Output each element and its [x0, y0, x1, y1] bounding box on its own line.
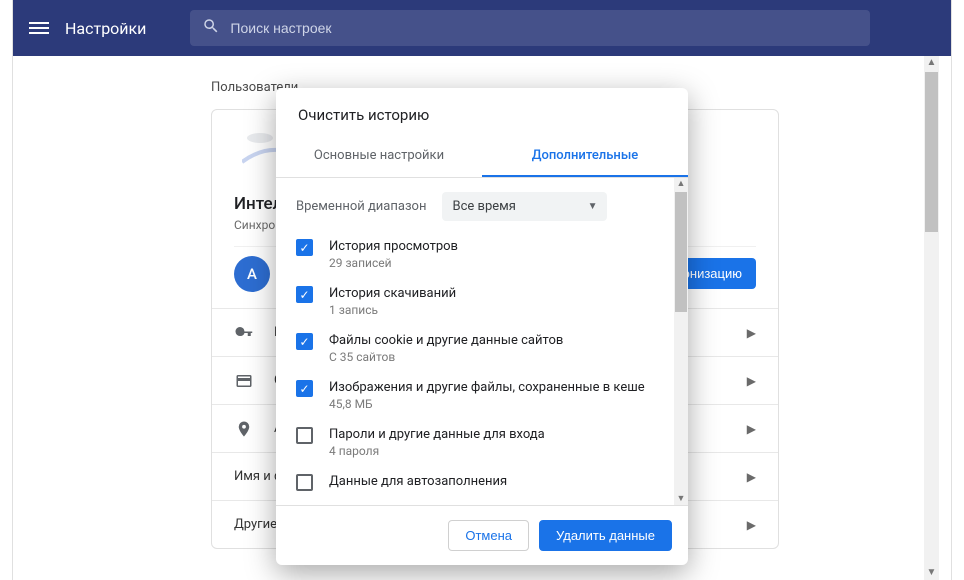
- opt-title: История скачиваний: [329, 286, 456, 301]
- options-list: История просмотров 29 записей История ск…: [276, 231, 688, 505]
- delete-data-button[interactable]: Удалить данные: [539, 520, 672, 551]
- opt-title: Файлы cookie и другие данные сайтов: [329, 333, 563, 348]
- time-range-value: Все время: [452, 199, 515, 214]
- checkbox[interactable]: [296, 239, 313, 256]
- dialog-scrollbar[interactable]: ▲ ▼: [674, 178, 688, 505]
- tab-advanced[interactable]: Дополнительные: [482, 136, 688, 177]
- opt-passwords[interactable]: Пароли и другие данные для входа 4 парол…: [296, 419, 668, 466]
- dialog-title: Очистить историю: [276, 88, 688, 136]
- opt-cached-images[interactable]: Изображения и другие файлы, сохраненные …: [296, 372, 668, 419]
- opt-title: Пароли и другие данные для входа: [329, 427, 545, 442]
- dropdown-icon: ▼: [588, 201, 598, 212]
- opt-sub: 4 пароля: [329, 444, 545, 458]
- checkbox[interactable]: [296, 380, 313, 397]
- time-range-row: Временной диапазон Все время ▼: [276, 178, 688, 231]
- opt-title: Данные для автозаполнения: [329, 474, 507, 489]
- tab-basic[interactable]: Основные настройки: [276, 136, 482, 177]
- time-range-label: Временной диапазон: [296, 199, 426, 214]
- time-range-select[interactable]: Все время ▼: [442, 192, 607, 221]
- cancel-button[interactable]: Отмена: [448, 520, 529, 551]
- modal-overlay: Очистить историю Основные настройки Допо…: [13, 0, 951, 580]
- opt-autofill[interactable]: Данные для автозаполнения: [296, 466, 668, 499]
- clear-history-dialog: Очистить историю Основные настройки Допо…: [276, 88, 688, 565]
- checkbox[interactable]: [296, 333, 313, 350]
- checkbox[interactable]: [296, 474, 313, 491]
- opt-sub: 45,8 МБ: [329, 397, 645, 411]
- dialog-tabs: Основные настройки Дополнительные: [276, 136, 688, 178]
- opt-browsing-history[interactable]: История просмотров 29 записей: [296, 231, 668, 278]
- checkbox[interactable]: [296, 286, 313, 303]
- opt-cookies[interactable]: Файлы cookie и другие данные сайтов С 35…: [296, 325, 668, 372]
- opt-sub: С 35 сайтов: [329, 350, 563, 364]
- opt-title: Изображения и другие файлы, сохраненные …: [329, 380, 645, 395]
- opt-sub: 1 запись: [329, 303, 456, 317]
- dialog-footer: Отмена Удалить данные: [276, 505, 688, 565]
- checkbox[interactable]: [296, 427, 313, 444]
- opt-title: История просмотров: [329, 239, 458, 254]
- opt-download-history[interactable]: История скачиваний 1 запись: [296, 278, 668, 325]
- opt-sub: 29 записей: [329, 256, 458, 270]
